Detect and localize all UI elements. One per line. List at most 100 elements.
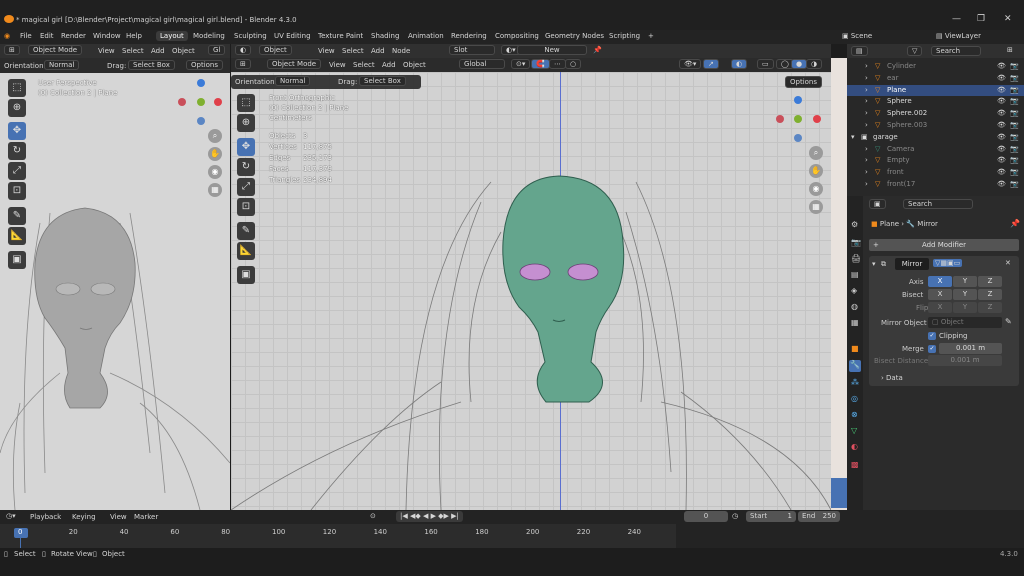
gizmo-z-axis-icon[interactable]	[794, 96, 802, 104]
xray-toggle-icon[interactable]: ▭	[757, 59, 774, 69]
auto-keying-icon[interactable]: ⊙	[370, 512, 376, 520]
tab-rendering[interactable]: Rendering	[447, 31, 491, 41]
tab-animation[interactable]: Animation	[404, 31, 448, 41]
bisect-distance-field[interactable]: 0.001 m	[928, 355, 1002, 366]
timeline-track[interactable]: 0 20 40 60 80 100 120 140 160 180 200 220 240	[0, 524, 676, 548]
measure-tool-icon[interactable]: 📐	[8, 227, 26, 245]
tab-sculpting[interactable]: Sculpting	[230, 31, 271, 41]
menu-render[interactable]: Render	[61, 32, 86, 40]
tab-geometry-nodes[interactable]: Geometry Nodes	[541, 31, 608, 41]
main-menu-select[interactable]: Select	[353, 61, 375, 69]
proportional-edit-icon[interactable]: ○	[565, 59, 582, 69]
annotate-tool-icon[interactable]: ✎	[237, 222, 255, 240]
render-visibility-icon[interactable]: 📷	[1010, 62, 1019, 70]
select-tool-icon[interactable]: ⬚	[8, 79, 26, 97]
tab-modeling[interactable]: Modeling	[189, 31, 229, 41]
outliner-item[interactable]: › ▽ Cylinder 👁 📷	[847, 61, 1024, 72]
orientation-dropdown[interactable]: Normal	[275, 76, 311, 86]
main-3d-viewport[interactable]: Front Orthographic (0) Collection 2 | Pl…	[231, 72, 831, 510]
visibility-eye-icon[interactable]: 👁	[997, 121, 1006, 129]
view-layer-tab-icon[interactable]: ▤	[851, 270, 859, 279]
bisect-y-toggle[interactable]: Y	[953, 289, 977, 300]
playback-controls[interactable]: |◀ ◀◆ ◀ ▶ ◆▶ ▶|	[396, 511, 463, 522]
visibility-eye-icon[interactable]: 👁	[997, 74, 1006, 82]
physics-tab-icon[interactable]: ◎	[851, 394, 858, 403]
axis-y-toggle[interactable]: Y	[953, 276, 977, 287]
particles-tab-icon[interactable]: ⁂	[851, 378, 859, 387]
shader-menu-node[interactable]: Node	[392, 47, 410, 55]
measure-tool-icon[interactable]: 📐	[237, 242, 255, 260]
end-frame-field[interactable]: End 250	[798, 511, 840, 522]
visibility-eye-icon[interactable]: 👁	[997, 168, 1006, 176]
transform-dropdown[interactable]: Gl	[208, 45, 226, 55]
menu-view[interactable]: View	[98, 47, 115, 55]
outliner-item[interactable]: › ▽ Sphere.003 👁 📷	[847, 120, 1024, 131]
slot-dropdown[interactable]: Slot	[449, 45, 495, 55]
gizmo-x-axis-icon[interactable]	[214, 98, 222, 106]
options-dropdown[interactable]: Options	[785, 76, 823, 88]
properties-search-input[interactable]: Search	[903, 199, 973, 209]
cursor-tool-icon[interactable]: ⊕	[8, 99, 26, 117]
data-subpanel-header[interactable]: › Data	[881, 374, 903, 382]
editor-type-dropdown[interactable]: ◷▾	[6, 512, 16, 520]
outliner-item[interactable]: › ▽ Empty 👁 📷	[847, 155, 1024, 166]
main-mode-dropdown[interactable]: Object Mode	[267, 59, 322, 69]
gizmo-neg-x-icon[interactable]	[776, 115, 784, 123]
add-cube-tool-icon[interactable]: ▣	[8, 251, 26, 269]
shader-object-dropdown[interactable]: Object	[259, 45, 292, 55]
tab-scripting[interactable]: Scripting	[605, 31, 644, 41]
modifier-tab-icon[interactable]: 🔧	[849, 360, 861, 372]
zoom-view-icon[interactable]: ⌕	[208, 129, 222, 143]
gizmo-x-axis-icon[interactable]	[813, 115, 821, 123]
render-visibility-icon[interactable]: 📷	[1010, 97, 1019, 105]
rotate-tool-icon[interactable]: ↻	[237, 158, 255, 176]
expand-chevron-icon[interactable]: ›	[865, 86, 868, 94]
tab-texture-paint[interactable]: Texture Paint	[314, 31, 367, 41]
flip-x-toggle[interactable]: X	[928, 302, 952, 313]
keying-menu[interactable]: Keying	[72, 513, 96, 521]
scale-tool-icon[interactable]: ⤢	[8, 162, 26, 180]
texture-tab-icon[interactable]: ▩	[851, 460, 859, 469]
outliner-item[interactable]: › ▽ front 👁 📷	[847, 167, 1024, 178]
preview-range-icon[interactable]: ◷	[732, 512, 738, 520]
shading-material-icon[interactable]: ◑	[806, 59, 823, 69]
options-dropdown[interactable]: Options	[186, 60, 224, 70]
clipping-checkbox[interactable]: ✓	[928, 332, 936, 340]
outliner-item[interactable]: › ▽ ear 👁 📷	[847, 73, 1024, 84]
tool-tab-icon[interactable]: ⚙	[851, 220, 858, 229]
main-menu-object[interactable]: Object	[403, 61, 426, 69]
main-menu-add[interactable]: Add	[382, 61, 396, 69]
expand-chevron-icon[interactable]: ›	[865, 145, 868, 153]
render-visibility-icon[interactable]: 📷	[1010, 145, 1019, 153]
gizmo-y-axis-icon[interactable]	[197, 98, 205, 106]
outliner-item[interactable]: › ▽ Plane 👁 📷	[847, 84, 1024, 96]
editor-type-dropdown[interactable]: ⊞	[235, 59, 251, 69]
merge-distance-field[interactable]: 0.001 m	[939, 343, 1002, 354]
menu-edit[interactable]: Edit	[40, 32, 54, 40]
gizmo-neg-z-icon[interactable]	[794, 134, 802, 142]
move-tool-icon[interactable]: ✥	[8, 122, 26, 140]
shader-menu-add[interactable]: Add	[371, 47, 385, 55]
expand-chevron-icon[interactable]: ›	[865, 97, 868, 105]
expand-chevron-icon[interactable]: ›	[865, 109, 868, 117]
expand-chevron-icon[interactable]: ›	[865, 74, 868, 82]
overlay-toggle-icon[interactable]: ◐	[731, 59, 748, 69]
object-tab-icon[interactable]: ■	[851, 344, 859, 353]
minimize-icon[interactable]: —	[952, 14, 961, 24]
menu-object[interactable]: Object	[172, 47, 195, 55]
display-mode-dropdown[interactable]: ▤	[851, 46, 868, 56]
start-frame-field[interactable]: Start 1	[746, 511, 796, 522]
tab-compositing[interactable]: Compositing	[491, 31, 543, 41]
flip-z-toggle[interactable]: Z	[978, 302, 1002, 313]
expand-chevron-icon[interactable]: ›	[865, 156, 868, 164]
output-tab-icon[interactable]: 🖨	[851, 254, 861, 263]
menu-window[interactable]: Window	[93, 32, 121, 40]
outliner-item[interactable]: › ▽ Camera 👁 📷	[847, 144, 1024, 155]
menu-help[interactable]: Help	[126, 32, 142, 40]
visibility-eye-icon[interactable]: 👁	[997, 156, 1006, 164]
editor-type-dropdown[interactable]: ▣	[869, 199, 886, 209]
expand-chevron-icon[interactable]: ▾	[851, 133, 855, 141]
outliner-filter-icon[interactable]: ▽	[907, 46, 923, 56]
outliner-item[interactable]: › ▽ Sphere.002 👁 📷	[847, 108, 1024, 119]
pin-icon[interactable]: 📌	[593, 46, 602, 54]
